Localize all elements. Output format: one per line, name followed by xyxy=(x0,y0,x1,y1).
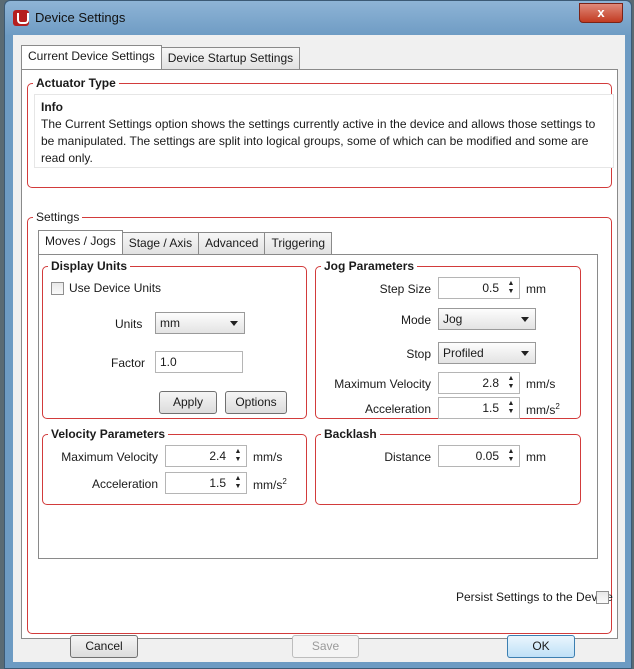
jog-max-velocity-value: 2.8 xyxy=(482,376,499,390)
jog-acceleration-unit: mm/s2 xyxy=(526,402,560,417)
distance-value: 0.05 xyxy=(475,449,499,463)
spin-arrows-icon[interactable]: ▲ ▼ xyxy=(233,475,243,491)
max-velocity-value: 2.4 xyxy=(209,449,226,463)
jog-acceleration-label: Acceleration xyxy=(364,402,431,416)
jog-parameters-group: Jog Parameters Step Size 0.5 ▲ ▼ mm Mode … xyxy=(315,259,581,419)
backlash-group: Backlash Distance 0.05 ▲ ▼ mm xyxy=(315,427,581,505)
use-device-units-label: Use Device Units xyxy=(69,281,162,295)
stop-select-value: Profiled xyxy=(443,346,484,360)
stop-select[interactable]: Profiled xyxy=(438,342,536,364)
distance-unit: mm xyxy=(526,450,546,464)
step-size-value: 0.5 xyxy=(482,281,499,295)
backlash-legend: Backlash xyxy=(324,427,377,441)
current-settings-panel: Actuator Type Info The Current Settings … xyxy=(21,69,618,639)
step-size-unit: mm xyxy=(526,282,546,296)
jog-max-velocity-label: Maximum Velocity xyxy=(334,377,431,391)
chevron-down-icon xyxy=(521,351,529,356)
save-button[interactable]: Save xyxy=(292,635,359,658)
title-bar[interactable]: Device Settings x xyxy=(5,1,631,35)
spin-arrows-icon[interactable]: ▲ ▼ xyxy=(506,280,516,296)
spin-arrows-icon[interactable]: ▲ ▼ xyxy=(233,448,243,464)
distance-label: Distance xyxy=(384,450,431,464)
info-text: The Current Settings option shows the se… xyxy=(41,117,596,165)
info-box: Info The Current Settings option shows t… xyxy=(34,94,614,168)
apply-button[interactable]: Apply xyxy=(159,391,217,414)
acceleration-label: Acceleration xyxy=(91,477,158,491)
distance-input[interactable]: 0.05 ▲ ▼ xyxy=(438,445,520,467)
jog-max-velocity-unit: mm/s xyxy=(526,377,556,391)
mode-label: Mode xyxy=(400,313,431,327)
persist-settings-checkbox[interactable] xyxy=(596,591,609,604)
close-button[interactable]: x xyxy=(579,3,623,23)
ok-button[interactable]: OK xyxy=(507,635,575,658)
use-device-units-checkbox[interactable] xyxy=(51,282,64,295)
moves-jogs-panel: Display Units Use Device Units Units mm … xyxy=(38,254,598,559)
units-select[interactable]: mm xyxy=(155,312,245,334)
window-title: Device Settings xyxy=(35,10,126,25)
velocity-parameters-legend: Velocity Parameters xyxy=(51,427,166,441)
device-settings-window: Device Settings x Current Device Setting… xyxy=(4,0,632,669)
max-velocity-label: Maximum Velocity xyxy=(61,450,158,464)
app-logo-icon xyxy=(13,10,29,26)
step-size-input[interactable]: 0.5 ▲ ▼ xyxy=(438,277,520,299)
mode-select-value: Jog xyxy=(443,312,463,326)
step-size-label: Step Size xyxy=(379,282,431,296)
tab-current-device-settings[interactable]: Current Device Settings xyxy=(21,45,162,69)
tab-advanced[interactable]: Advanced xyxy=(198,232,266,254)
tab-stage-axis[interactable]: Stage / Axis xyxy=(121,232,200,254)
jog-max-velocity-input[interactable]: 2.8 ▲ ▼ xyxy=(438,372,520,394)
stop-label: Stop xyxy=(406,347,431,361)
velocity-parameters-group: Velocity Parameters Maximum Velocity 2.4… xyxy=(42,427,307,505)
spin-arrows-icon[interactable]: ▲ ▼ xyxy=(506,375,516,391)
actuator-type-group: Actuator Type Info The Current Settings … xyxy=(27,76,614,188)
chevron-down-icon xyxy=(230,321,238,326)
settings-tab-strip: Moves / Jogs Stage / Axis Advanced Trigg… xyxy=(38,230,333,254)
jog-acceleration-value: 1.5 xyxy=(482,401,499,415)
units-select-value: mm xyxy=(160,316,180,330)
factor-input[interactable]: 1.0 xyxy=(155,351,243,373)
units-label: Units xyxy=(115,317,143,331)
settings-legend: Settings xyxy=(36,210,80,224)
tab-device-startup-settings[interactable]: Device Startup Settings xyxy=(160,47,301,69)
display-units-legend: Display Units xyxy=(51,259,128,273)
spin-arrows-icon[interactable]: ▲ ▼ xyxy=(506,400,516,416)
options-button[interactable]: Options xyxy=(225,391,287,414)
persist-settings-label: Persist Settings to the Device xyxy=(456,590,613,604)
mode-select[interactable]: Jog xyxy=(438,308,536,330)
acceleration-input[interactable]: 1.5 ▲ ▼ xyxy=(165,472,247,494)
acceleration-value: 1.5 xyxy=(209,476,226,490)
top-tab-strip: Current Device Settings Device Startup S… xyxy=(21,45,301,69)
factor-label: Factor xyxy=(111,356,146,370)
acceleration-unit: mm/s2 xyxy=(253,477,287,492)
settings-group: Settings Moves / Jogs Stage / Axis Advan… xyxy=(27,210,613,634)
jog-acceleration-input[interactable]: 1.5 ▲ ▼ xyxy=(438,397,520,419)
dialog-body: Current Device Settings Device Startup S… xyxy=(13,35,625,662)
tab-triggering[interactable]: Triggering xyxy=(264,232,333,254)
jog-parameters-legend: Jog Parameters xyxy=(324,259,415,273)
max-velocity-unit: mm/s xyxy=(253,450,283,464)
tab-moves-jogs[interactable]: Moves / Jogs xyxy=(38,230,123,254)
cancel-button[interactable]: Cancel xyxy=(70,635,138,658)
display-units-group: Display Units Use Device Units Units mm … xyxy=(42,259,307,419)
info-title: Info xyxy=(41,100,63,114)
max-velocity-input[interactable]: 2.4 ▲ ▼ xyxy=(165,445,247,467)
actuator-type-legend: Actuator Type xyxy=(36,76,116,90)
chevron-down-icon xyxy=(521,317,529,322)
spin-arrows-icon[interactable]: ▲ ▼ xyxy=(506,448,516,464)
